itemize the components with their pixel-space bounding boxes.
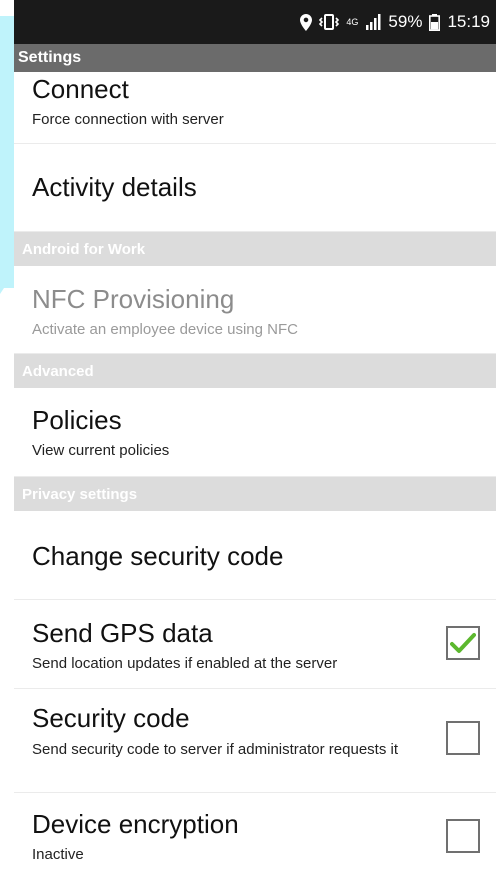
setting-title: Send GPS data xyxy=(32,618,213,648)
vibrate-icon xyxy=(319,14,340,30)
setting-title: Change security code xyxy=(32,541,284,571)
setting-security-code[interactable]: Security code Send security code to serv… xyxy=(14,689,496,793)
network-type-label: 4G xyxy=(346,16,359,27)
setting-summary: Inactive xyxy=(32,846,84,863)
section-header-android-for-work: Android for Work xyxy=(14,232,496,266)
battery-percent: 59% xyxy=(388,12,423,31)
check-icon xyxy=(450,633,476,653)
setting-title: Connect xyxy=(32,74,129,104)
security-code-checkbox[interactable] xyxy=(446,721,480,755)
setting-title: Activity details xyxy=(32,172,197,202)
setting-title: Security code xyxy=(32,703,190,733)
location-icon xyxy=(300,13,313,31)
app-bar: Settings xyxy=(14,44,496,72)
settings-list: Connect Force connection with server Act… xyxy=(14,72,496,881)
setting-change-security-code[interactable]: Change security code xyxy=(14,511,496,600)
setting-title: Policies xyxy=(32,405,122,435)
setting-summary: Send security code to server if administ… xyxy=(32,741,398,758)
setting-activity-details[interactable]: Activity details xyxy=(14,144,496,232)
setting-summary: Force connection with server xyxy=(32,111,224,128)
setting-send-gps-data[interactable]: Send GPS data Send location updates if e… xyxy=(14,600,496,689)
clock: 15:19 xyxy=(447,12,490,31)
setting-title: Device encryption xyxy=(32,809,239,839)
status-bar: 4G 59% 15:19 xyxy=(14,0,496,44)
setting-title: NFC Provisioning xyxy=(32,284,235,314)
send-gps-data-checkbox[interactable] xyxy=(446,626,480,660)
setting-summary: Activate an employee device using NFC xyxy=(32,321,298,338)
setting-summary: View current policies xyxy=(32,442,170,459)
setting-summary: Send location updates if enabled at the … xyxy=(32,655,338,672)
signal-icon xyxy=(365,14,381,30)
device-encryption-checkbox[interactable] xyxy=(446,819,480,853)
setting-policies[interactable]: Policies View current policies xyxy=(14,388,496,477)
setting-nfc-provisioning: NFC Provisioning Activate an employee de… xyxy=(14,266,496,354)
section-header-privacy-settings: Privacy settings xyxy=(14,477,496,511)
battery-icon xyxy=(429,13,441,31)
section-header-advanced: Advanced xyxy=(14,354,496,388)
setting-connect[interactable]: Connect Force connection with server xyxy=(14,72,496,144)
page-title: Settings xyxy=(18,49,82,66)
